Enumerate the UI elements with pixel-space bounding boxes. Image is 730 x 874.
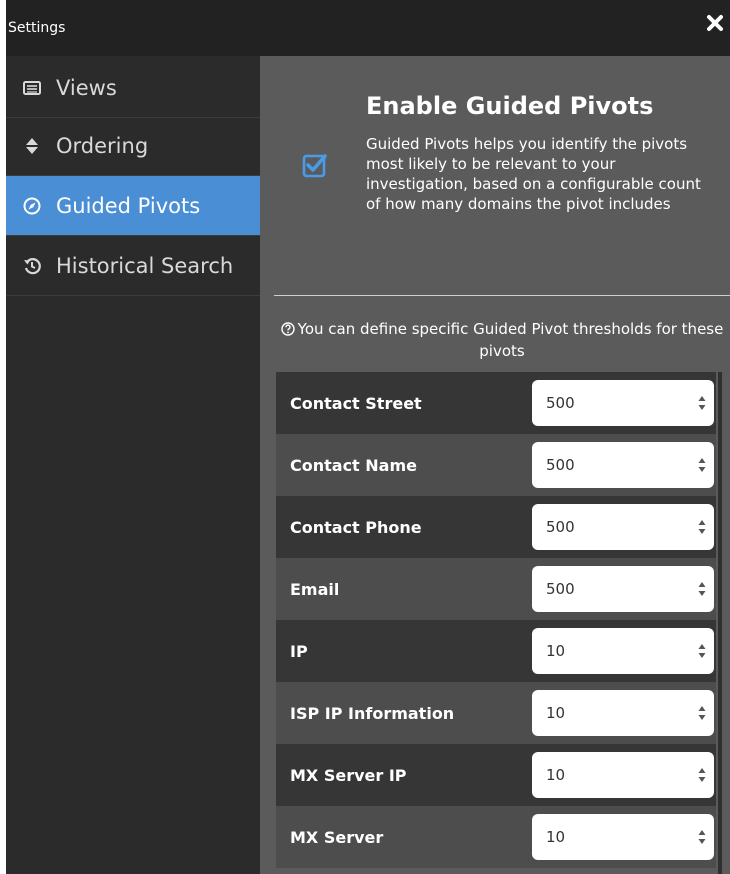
threshold-list-scrollbar[interactable] (718, 372, 722, 874)
history-icon (22, 256, 42, 276)
spinner-icon[interactable] (698, 829, 706, 845)
sidebar-item-views[interactable]: Views (6, 58, 260, 118)
help-note: You can define specific Guided Pivot thr… (274, 318, 730, 362)
threshold-value: 500 (546, 394, 575, 412)
threshold-label: Contact Street (290, 393, 422, 413)
threshold-input[interactable]: 10 (532, 628, 714, 674)
sidebar: Views Ordering Guided Pivots Historical … (6, 56, 260, 874)
list-icon (22, 78, 42, 98)
threshold-value: 500 (546, 518, 575, 536)
threshold-row: Contact Phone 500 (276, 496, 716, 558)
help-text: You can define specific Guided Pivot thr… (297, 320, 724, 360)
section-description: Guided Pivots helps you identify the piv… (366, 135, 701, 213)
sidebar-item-label: Guided Pivots (56, 193, 201, 218)
threshold-label: Contact Phone (290, 517, 422, 537)
threshold-row: MX Server 10 (276, 806, 716, 868)
threshold-value: 10 (546, 642, 566, 660)
threshold-value: 10 (546, 766, 566, 784)
spinner-icon[interactable] (698, 457, 706, 473)
threshold-label: IP (290, 641, 308, 661)
threshold-row: MX Server IP 10 (276, 744, 716, 806)
threshold-value: 10 (546, 828, 566, 846)
threshold-row: Email 500 (276, 558, 716, 620)
help-icon (280, 322, 295, 336)
threshold-label: MX Server IP (290, 765, 407, 785)
threshold-input[interactable]: 500 (532, 380, 714, 426)
sort-icon (22, 136, 42, 156)
threshold-list: Contact Street 500 Contact Name 500 Cont… (276, 372, 716, 874)
sidebar-item-label: Historical Search (56, 253, 234, 278)
settings-window: Settings Views Ordering Guided Pivots Hi… (6, 0, 730, 874)
threshold-value: 500 (546, 580, 575, 598)
spinner-icon[interactable] (698, 643, 706, 659)
guided-pivots-panel: Enable Guided Pivots Guided Pivots helps… (260, 56, 730, 874)
threshold-row: Contact Name 500 (276, 434, 716, 496)
threshold-row: Contact Street 500 (276, 372, 716, 434)
sidebar-item-label: Ordering (56, 133, 149, 158)
threshold-input[interactable]: 500 (532, 566, 714, 612)
threshold-row: ISP IP Information 10 (276, 682, 716, 744)
spinner-icon[interactable] (698, 705, 706, 721)
window-title: Settings (8, 20, 66, 36)
divider (274, 295, 730, 296)
spinner-icon[interactable] (698, 519, 706, 535)
title-bar: Settings (6, 0, 730, 56)
threshold-value: 500 (546, 456, 575, 474)
threshold-label: ISP IP Information (290, 703, 455, 723)
spinner-icon[interactable] (698, 395, 706, 411)
threshold-input[interactable]: 10 (532, 814, 714, 860)
threshold-value: 10 (546, 704, 566, 722)
threshold-input[interactable]: 10 (532, 690, 714, 736)
threshold-input[interactable]: 500 (532, 442, 714, 488)
enable-guided-pivots-checkbox[interactable] (302, 152, 328, 178)
threshold-label: Contact Name (290, 455, 417, 475)
section-title: Enable Guided Pivots (366, 92, 654, 120)
sidebar-item-ordering[interactable]: Ordering (6, 116, 260, 176)
sidebar-item-guided-pivots[interactable]: Guided Pivots (6, 176, 260, 236)
sidebar-item-label: Views (56, 75, 117, 100)
spinner-icon[interactable] (698, 581, 706, 597)
threshold-label: MX Server (290, 827, 384, 847)
threshold-row: IP 10 (276, 620, 716, 682)
threshold-input[interactable]: 10 (532, 752, 714, 798)
close-icon[interactable] (704, 12, 726, 34)
threshold-input[interactable]: 500 (532, 504, 714, 550)
sidebar-item-historical-search[interactable]: Historical Search (6, 236, 260, 296)
spinner-icon[interactable] (698, 767, 706, 783)
compass-icon (22, 196, 42, 216)
threshold-label: Email (290, 579, 340, 599)
